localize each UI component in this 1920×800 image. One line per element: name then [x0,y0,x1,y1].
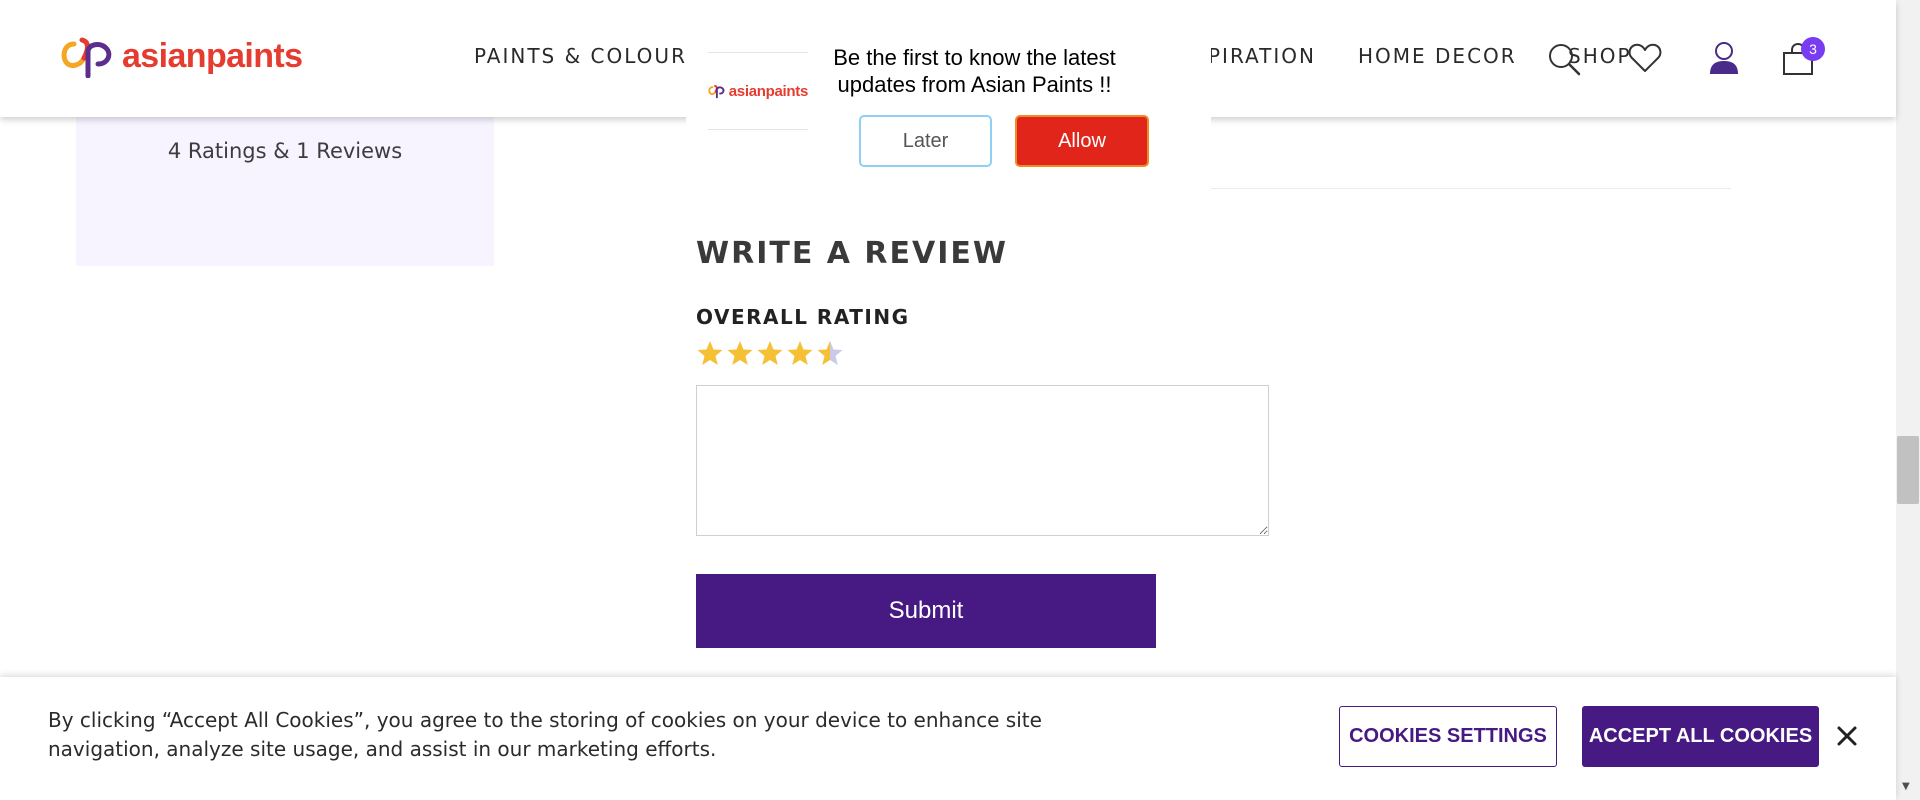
accept-all-cookies-button[interactable]: ACCEPT ALL COOKIES [1582,706,1819,767]
allow-button[interactable]: Allow [1015,115,1149,167]
page-scrollbar-thumb[interactable] [1897,436,1919,504]
notification-brand-logo: asianpaints [708,52,808,130]
close-icon[interactable] [1836,725,1858,747]
cookies-settings-button[interactable]: COOKIES SETTINGS [1339,706,1557,767]
section-divider [1211,188,1731,189]
nav-paints-colour[interactable]: PAINTS & COLOUR [474,44,687,68]
scroll-down-arrow-icon[interactable]: ▼ [1902,781,1910,792]
wishlist-heart-icon[interactable] [1628,42,1662,74]
write-review-heading: WRITE A REVIEW [696,236,1008,271]
search-icon[interactable] [1548,43,1582,77]
overall-rating-label: OVERALL RATING [696,305,910,329]
notification-brand-name: asianpaints [728,82,809,100]
cart-count-badge: 3 [1801,37,1825,61]
submit-review-button[interactable]: Submit [696,574,1156,648]
asianpaints-logo-icon [61,37,112,78]
nav-home-decor[interactable]: HOME DECOR [1358,44,1517,68]
brand-name: asianpaints [122,37,303,75]
star-icon-2[interactable] [727,340,753,366]
user-account-icon[interactable] [1707,40,1741,76]
notification-permission-prompt: asianpaints Be the first to know the lat… [686,0,1211,167]
ratings-summary-panel: 4 Ratings & 1 Reviews [76,117,494,266]
star-rating-input[interactable] [697,340,857,370]
cookie-consent-text: By clicking “Accept All Cookies”, you ag… [48,708,1042,761]
review-textarea[interactable] [696,385,1269,536]
cookie-consent-banner: By clicking “Accept All Cookies”, you ag… [0,677,1896,800]
star-icon-1[interactable] [697,340,723,366]
star-icon-3[interactable] [757,340,783,366]
brand-logo[interactable]: asianpaints [60,34,303,78]
ratings-summary-text: 4 Ratings & 1 Reviews [167,139,403,163]
page-scrollbar-track[interactable] [1896,0,1920,800]
star-icon-5[interactable] [817,340,843,366]
asianpaints-logo-small-icon [708,84,725,99]
notification-message: Be the first to know the latest updates … [833,45,1116,97]
later-button[interactable]: Later [859,115,992,167]
nav-inspiration[interactable]: PIRATION [1208,44,1316,68]
star-icon-4[interactable] [787,340,813,366]
